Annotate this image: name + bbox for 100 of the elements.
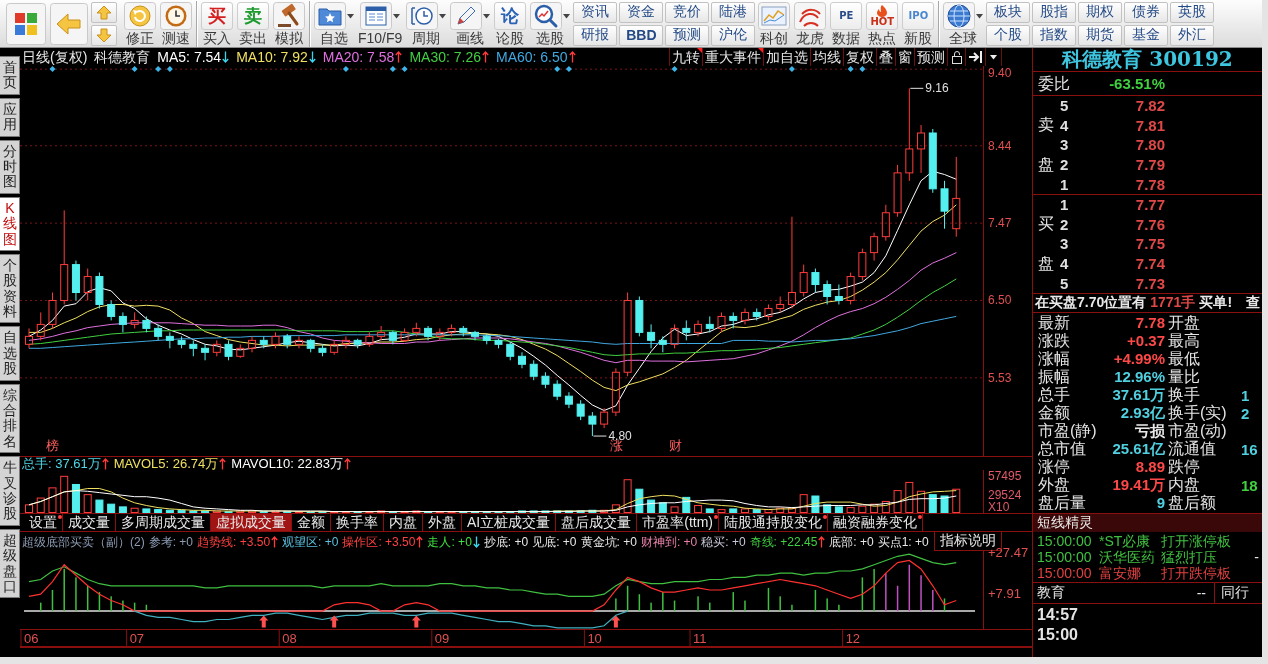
- alert-event: 打开跌停板: [1161, 564, 1232, 581]
- icon-text: HOT: [870, 17, 895, 27]
- axis-label: 9.40: [988, 66, 1012, 80]
- alert-time: 15:00:00: [1037, 564, 1093, 581]
- moving-average-value: MA30: 7.26: [409, 49, 481, 65]
- sector-name: 教育: [1037, 583, 1065, 602]
- level-number: 3: [1060, 235, 1070, 253]
- order-price: 7.74: [1134, 255, 1165, 273]
- order-price: 7.80: [1134, 136, 1165, 154]
- indicator-value: 趋势线: +3.50: [197, 534, 271, 549]
- axis-unit: X10: [988, 500, 1010, 514]
- axis-label: 8.44: [988, 138, 1012, 153]
- order-price: 7.82: [1134, 97, 1165, 115]
- icon-text: IPO: [908, 11, 929, 21]
- indicator-value: 见底: +0: [532, 534, 577, 549]
- order-price: 7.78: [1134, 175, 1165, 193]
- axis-label: 7.47: [988, 216, 1012, 231]
- order-side-label: 卖盘: [1038, 115, 1054, 175]
- stat-label: 盘后额: [1167, 493, 1217, 512]
- alert-event: 猛烈打压: [1161, 548, 1218, 565]
- level-number: 2: [1060, 215, 1070, 233]
- stat-label: 内盘: [1167, 476, 1201, 494]
- alert-time: 15:00:00: [1037, 532, 1093, 549]
- volume-stat: MAVOL10: 22.83万: [231, 457, 344, 470]
- stat-value: 2.93亿: [1119, 403, 1165, 423]
- moving-average-value: MA10: 7.92: [236, 49, 308, 65]
- stat-label: 涨幅: [1038, 349, 1071, 368]
- order-side-label: 买盘: [1038, 213, 1054, 274]
- order-price: 7.75: [1134, 235, 1165, 253]
- axis-label: 57495: [988, 469, 1022, 483]
- stat-label: 金额: [1038, 404, 1071, 422]
- stat-label: 振幅: [1038, 367, 1071, 386]
- peer-label: 同行: [1214, 582, 1262, 603]
- stat-value: 8.89: [1134, 458, 1165, 476]
- notice-text: 在买盘7.70位置有: [1035, 293, 1147, 312]
- moving-average-value: MA5: 7.54: [157, 49, 222, 65]
- order-price: 7.77: [1134, 196, 1165, 214]
- stat-value: +0.37: [1126, 332, 1165, 350]
- stat-label: 外盘: [1038, 476, 1071, 495]
- order-price: 7.76: [1134, 215, 1165, 233]
- level-number: 1: [1060, 196, 1070, 214]
- indicator-value: 操作区: +3.50: [342, 534, 416, 549]
- axis-label: 29524: [988, 488, 1022, 502]
- ratio-value: -63.51%: [1108, 75, 1165, 92]
- date-label: 12: [845, 631, 861, 646]
- date-label: 09: [434, 631, 450, 646]
- alert-event: 打开涨停板: [1161, 532, 1232, 549]
- indicator-value: 抄底: +0: [483, 534, 529, 549]
- stat-value: 16: [1241, 440, 1259, 458]
- axis-label: 5.53: [988, 370, 1012, 385]
- volume-stat: MAVOL5: 26.74万: [113, 457, 219, 470]
- indicator-value: 走人: +0: [427, 534, 472, 549]
- date-label: 06: [24, 631, 39, 646]
- stat-value: 9: [1155, 494, 1165, 512]
- stat-label: 最低: [1167, 349, 1201, 368]
- tick-time: 15:00: [1037, 625, 1079, 645]
- stat-label: 市盈(动): [1167, 422, 1228, 440]
- stat-label: 最新: [1038, 313, 1071, 332]
- level-number: 3: [1060, 136, 1070, 154]
- level-number: 2: [1060, 156, 1070, 174]
- alert-time: 15:00:00: [1037, 548, 1093, 565]
- date-label: 11: [693, 631, 707, 646]
- icon-text: 买: [208, 7, 226, 25]
- stat-label: 换手(实): [1167, 404, 1228, 422]
- stat-label: 换手: [1167, 386, 1201, 404]
- axis-label: +7.91: [988, 586, 1021, 602]
- stat-label: 开盘: [1167, 313, 1201, 332]
- indicator-value: 参考: +0: [148, 534, 194, 549]
- stat-label: 市盈(静): [1038, 422, 1096, 440]
- alert-stock: *ST必康: [1099, 532, 1152, 549]
- icon-text: 卖: [244, 7, 262, 25]
- icon-text: 论: [501, 7, 520, 25]
- stat-label: 量比: [1167, 367, 1201, 386]
- level-number: 1: [1060, 175, 1070, 193]
- level-number: 5: [1060, 274, 1070, 292]
- date-label: 10: [587, 631, 602, 646]
- alert-change: -: [1254, 548, 1259, 565]
- stock-name: 科德教育: [94, 49, 151, 65]
- indicator-value: 黄金坑: +0: [580, 534, 637, 549]
- alert-stock: 富安娜: [1099, 564, 1142, 581]
- volume-stat: 总手: 37.61万: [22, 457, 101, 470]
- moving-average-value: MA60: 6.50: [496, 49, 568, 65]
- icon-text: PE: [839, 11, 854, 21]
- chart-period: 日线(复权): [22, 49, 88, 65]
- event-label: 财: [668, 438, 682, 453]
- order-price: 7.81: [1134, 116, 1165, 134]
- notice-text: 1771手: [1150, 293, 1196, 312]
- stat-value: +4.99%: [1112, 350, 1165, 368]
- tick-time: 14:57: [1037, 605, 1079, 625]
- stat-value: 2: [1241, 404, 1251, 422]
- stat-value: 1: [1241, 386, 1251, 404]
- stat-value: 25.61亿: [1111, 439, 1165, 459]
- indicator-value: 财神到: +0: [640, 534, 698, 549]
- price-label: 9.16: [925, 81, 949, 96]
- stat-value: 37.61万: [1111, 385, 1165, 405]
- stat-label: 涨跌: [1038, 331, 1071, 350]
- notice-text: 买单!: [1199, 293, 1233, 312]
- stat-value: 亏损: [1134, 421, 1165, 441]
- stat-label: 盘后量: [1038, 493, 1087, 512]
- order-price: 7.73: [1134, 274, 1165, 292]
